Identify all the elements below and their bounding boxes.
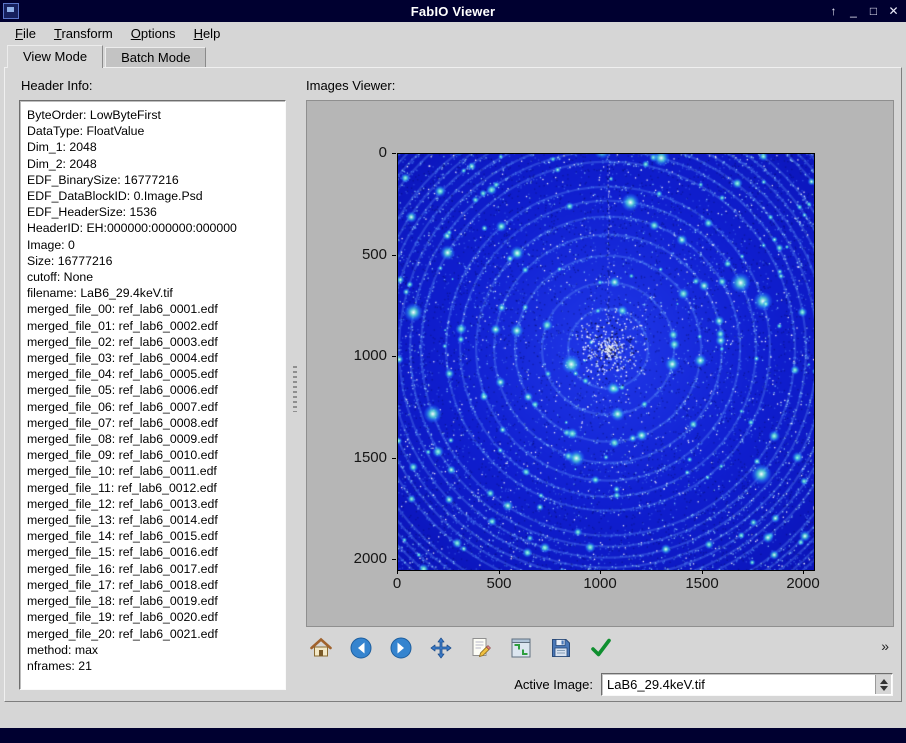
- combo-arrows-icon[interactable]: [875, 675, 891, 694]
- images-viewer-label: Images Viewer:: [306, 78, 395, 93]
- splitter-handle[interactable]: [293, 366, 297, 412]
- tab-batch-mode[interactable]: Batch Mode: [105, 47, 206, 67]
- pan-icon: [429, 636, 453, 663]
- active-image-value: LaB6_29.4keV.tif: [607, 677, 705, 692]
- back-button[interactable]: [345, 633, 377, 665]
- home-button[interactable]: [305, 633, 337, 665]
- menu-help[interactable]: Help: [185, 24, 230, 43]
- y-tick-label: 2000: [307, 550, 387, 567]
- tick-mark: [397, 570, 398, 574]
- menubar: File Transform Options Help: [0, 22, 906, 44]
- save-button[interactable]: [545, 633, 577, 665]
- app-window: FabIO Viewer ↑ _ □ ✕ File Transform Opti…: [0, 0, 906, 743]
- tick-mark: [392, 255, 396, 256]
- tick-mark: [499, 570, 500, 574]
- toolbar-overflow-chevron[interactable]: »: [881, 638, 889, 654]
- home-icon: [309, 636, 333, 663]
- tick-mark: [803, 570, 804, 574]
- plot-toolbar: [305, 631, 617, 667]
- x-tick-label: 1500: [662, 575, 742, 592]
- window-controls: ↑ _ □ ✕: [825, 0, 902, 22]
- check-icon: [589, 636, 613, 663]
- tab-view-mode[interactable]: View Mode: [7, 45, 103, 68]
- maximize-button[interactable]: □: [865, 3, 882, 20]
- header-info-label: Header Info:: [21, 78, 93, 93]
- active-image-combobox[interactable]: LaB6_29.4keV.tif: [601, 673, 893, 696]
- x-tick-label: 1000: [560, 575, 640, 592]
- tick-mark: [392, 458, 396, 459]
- figure-area: 0 500 1000 1500 2000 0 500 1000 1500 200…: [306, 100, 894, 627]
- titlebar: FabIO Viewer ↑ _ □ ✕: [0, 0, 906, 22]
- diffraction-image[interactable]: [398, 154, 814, 570]
- x-tick-label: 500: [459, 575, 539, 592]
- shade-button[interactable]: ↑: [825, 3, 842, 20]
- x-tick-label: 0: [357, 575, 437, 592]
- y-tick-label: 1000: [307, 347, 387, 364]
- close-button[interactable]: ✕: [885, 3, 902, 20]
- plot-axes[interactable]: [397, 153, 815, 571]
- back-arrow-icon: [349, 636, 373, 663]
- header-info-text[interactable]: ByteOrder: LowByteFirst DataType: FloatV…: [19, 100, 286, 690]
- tick-mark: [702, 570, 703, 574]
- tabbar: View Mode Batch Mode: [0, 44, 906, 67]
- app-icon[interactable]: [3, 3, 19, 19]
- save-icon: [549, 636, 573, 663]
- subplots-button[interactable]: [505, 633, 537, 665]
- edit-button[interactable]: [465, 633, 497, 665]
- forward-button[interactable]: [385, 633, 417, 665]
- taskbar-strip: [0, 728, 906, 743]
- pan-button[interactable]: [425, 633, 457, 665]
- forward-arrow-icon: [389, 636, 413, 663]
- active-image-label: Active Image:: [423, 677, 593, 692]
- edit-icon: [469, 636, 493, 663]
- y-tick-label: 0: [307, 144, 387, 161]
- x-tick-label: 2000: [763, 575, 843, 592]
- tick-mark: [600, 570, 601, 574]
- apply-button[interactable]: [585, 633, 617, 665]
- subplots-icon: [509, 636, 533, 663]
- tick-mark: [392, 153, 396, 154]
- main-frame: Header Info: ByteOrder: LowByteFirst Dat…: [4, 67, 902, 702]
- y-tick-label: 1500: [307, 449, 387, 466]
- window-title: FabIO Viewer: [0, 4, 906, 19]
- tick-mark: [392, 356, 396, 357]
- minimize-button[interactable]: _: [845, 3, 862, 20]
- y-tick-label: 500: [307, 246, 387, 263]
- tick-mark: [392, 559, 396, 560]
- menu-file[interactable]: File: [6, 24, 45, 43]
- menu-options[interactable]: Options: [122, 24, 185, 43]
- menu-transform[interactable]: Transform: [45, 24, 122, 43]
